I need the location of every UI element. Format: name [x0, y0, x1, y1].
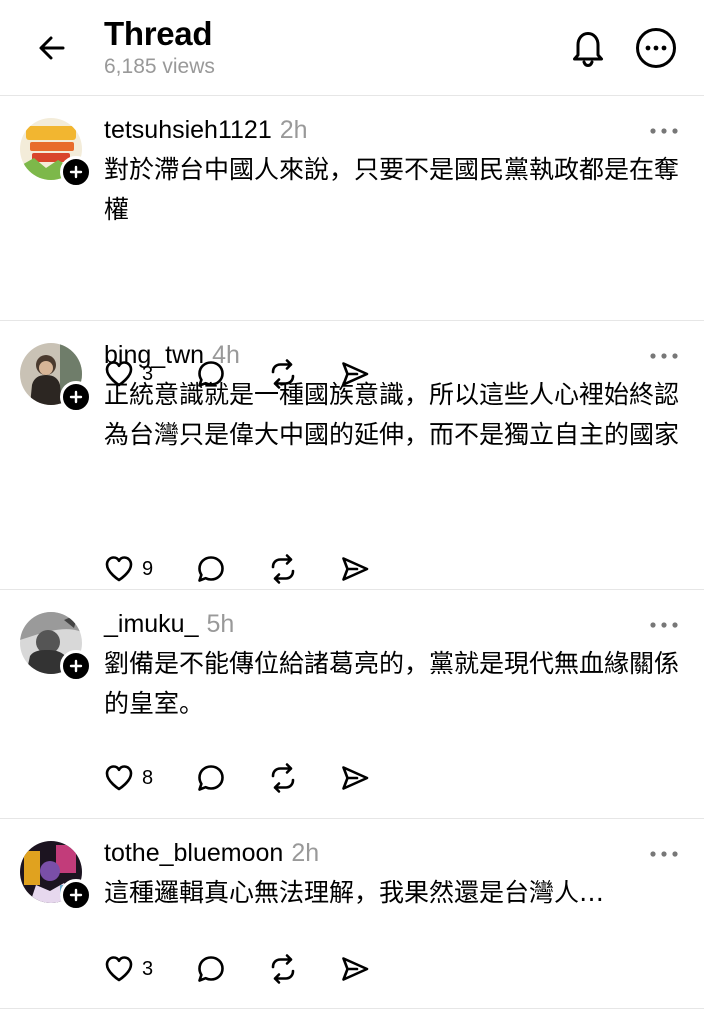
plus-icon	[69, 165, 83, 179]
comment-icon	[192, 950, 230, 988]
bell-icon	[573, 32, 603, 68]
post-body: tetsuhsieh1121 2h 對於滯台中國人來說，只要不是國民黨執政都是在…	[104, 114, 684, 230]
send-icon	[336, 550, 374, 588]
share-button[interactable]	[336, 759, 396, 797]
reply-button[interactable]	[192, 759, 264, 797]
repost-button[interactable]	[264, 550, 336, 588]
reply-post: tetsuhsieh1121 2h 對於滯台中國人來說，只要不是國民黨執政都是在…	[0, 96, 704, 389]
follow-button[interactable]	[60, 156, 92, 188]
more-circle-icon	[636, 28, 676, 68]
thread-header: Thread 6,185 views	[0, 0, 704, 96]
plus-icon	[69, 659, 83, 673]
comment-icon	[192, 550, 230, 588]
post-text: 正統意識就是一種國族意識，所以這些人心裡始終認為台灣只是偉大中國的延伸，而不是獨…	[104, 380, 680, 449]
post-actions: 8	[100, 758, 396, 798]
heart-icon	[100, 550, 138, 588]
arrow-left-icon	[39, 36, 65, 60]
send-icon	[336, 759, 374, 797]
follow-button[interactable]	[60, 381, 92, 413]
timestamp: 5h	[206, 610, 235, 638]
post-actions: 3	[100, 949, 396, 989]
repost-icon	[264, 550, 302, 588]
share-button[interactable]	[336, 550, 396, 588]
repost-icon	[264, 950, 302, 988]
post-text: 這種邏輯真心無法理解，我果然還是台灣人…	[104, 878, 605, 907]
timestamp: 2h	[279, 116, 308, 144]
plus-icon	[69, 888, 83, 902]
more-horizontal-icon	[650, 622, 678, 628]
username[interactable]: tetsuhsieh1121	[104, 114, 272, 146]
post-body: tothe_bluemoon 2h 這種邏輯真心無法理解，我果然還是台灣人…	[104, 837, 684, 913]
avatar-wrapper	[20, 343, 92, 413]
avatar-wrapper	[20, 118, 92, 188]
notifications-button[interactable]	[566, 26, 610, 70]
follow-button[interactable]	[60, 650, 92, 682]
heart-icon	[100, 950, 138, 988]
post-more-button[interactable]	[644, 116, 684, 146]
post-more-button[interactable]	[644, 839, 684, 869]
post-body: _imuku_ 5h 劉備是不能傳位給諸葛亮的，黨就是現代無血緣關係的皇室。	[104, 608, 684, 724]
reply-post: tothe_bluemoon 2h 這種邏輯真心無法理解，我果然還是台灣人… 3	[0, 819, 704, 1009]
repost-button[interactable]	[264, 759, 336, 797]
reply-post: _imuku_ 5h 劉備是不能傳位給諸葛亮的，黨就是現代無血緣關係的皇室。 8	[0, 590, 704, 819]
post-body: bing_twn 4h 正統意識就是一種國族意識，所以這些人心裡始終認為台灣只是…	[104, 339, 684, 455]
reply-button[interactable]	[192, 550, 264, 588]
like-button[interactable]: 3	[100, 950, 192, 988]
post-actions: 9	[100, 549, 396, 589]
page-title: Thread	[104, 15, 213, 52]
view-count: 6,185 views	[104, 55, 215, 78]
post-more-button[interactable]	[644, 610, 684, 640]
plus-icon	[69, 390, 83, 404]
post-more-button[interactable]	[644, 341, 684, 371]
like-count: 9	[142, 557, 154, 580]
repost-icon	[264, 759, 302, 797]
like-count: 8	[142, 766, 154, 789]
more-horizontal-icon	[650, 353, 678, 359]
like-count: 3	[142, 957, 154, 980]
more-options-button[interactable]	[634, 26, 678, 70]
like-button[interactable]: 9	[100, 550, 192, 588]
timestamp: 4h	[212, 341, 240, 369]
repost-button[interactable]	[264, 950, 336, 988]
avatar-wrapper	[20, 612, 92, 682]
like-button[interactable]: 8	[100, 759, 192, 797]
title-block: Thread 6,185 views	[104, 14, 215, 80]
post-meta: bing_twn 4h	[104, 339, 684, 371]
post-meta: tothe_bluemoon 2h	[104, 837, 684, 869]
post-meta: tetsuhsieh1121 2h	[104, 114, 684, 146]
follow-button[interactable]	[60, 879, 92, 911]
reply-button[interactable]	[192, 950, 264, 988]
more-horizontal-icon	[650, 128, 678, 134]
timestamp: 2h	[291, 839, 320, 867]
username[interactable]: tothe_bluemoon	[104, 837, 283, 869]
back-button[interactable]	[30, 28, 74, 68]
post-text: 對於滯台中國人來說，只要不是國民黨執政都是在奪權	[104, 155, 680, 224]
username[interactable]: _imuku_	[104, 608, 199, 640]
send-icon	[336, 950, 374, 988]
heart-icon	[100, 759, 138, 797]
post-text: 劉備是不能傳位給諸葛亮的，黨就是現代無血緣關係的皇室。	[104, 649, 680, 718]
more-horizontal-icon	[650, 851, 678, 857]
post-meta: _imuku_ 5h	[104, 608, 684, 640]
username[interactable]: bing_twn	[104, 339, 204, 371]
comment-icon	[192, 759, 230, 797]
reply-post: bing_twn 4h 正統意識就是一種國族意識，所以這些人心裡始終認為台灣只是…	[0, 321, 704, 590]
share-button[interactable]	[336, 950, 396, 988]
avatar-wrapper	[20, 841, 92, 911]
